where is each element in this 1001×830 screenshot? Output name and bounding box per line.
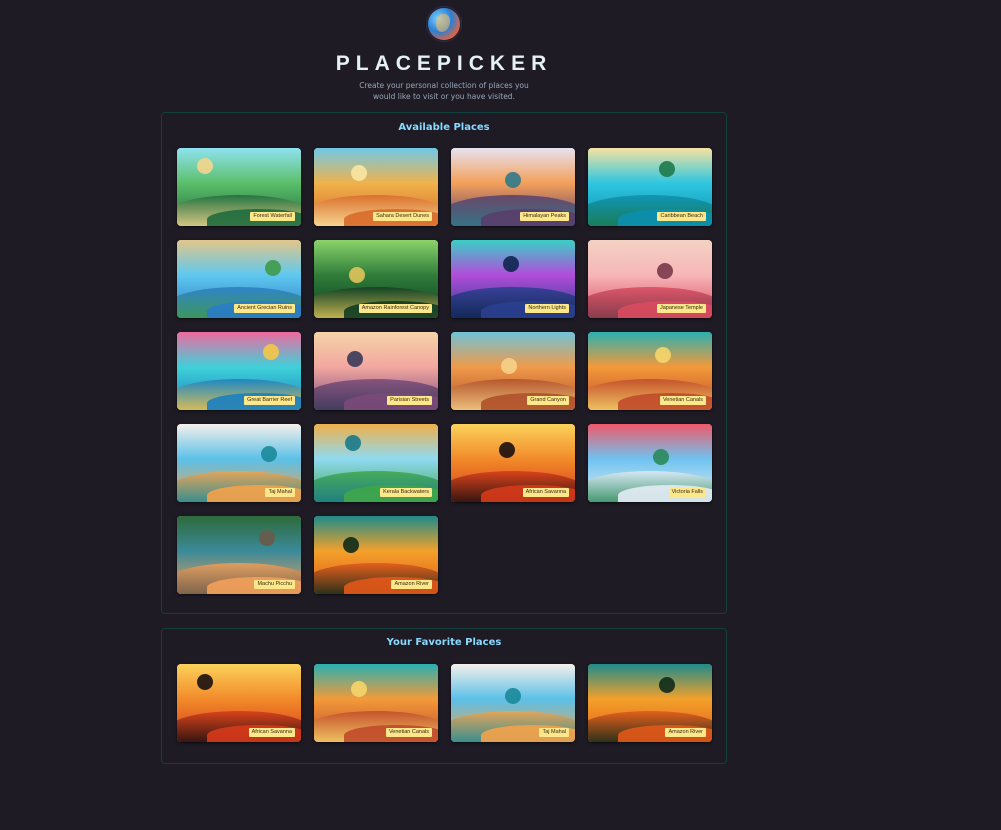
sun-shape — [261, 446, 277, 462]
sun-shape — [351, 165, 367, 181]
place-label: Great Barrier Reef — [244, 396, 295, 405]
place-label: Machu Picchu — [254, 580, 295, 589]
place-card[interactable]: Amazon River — [588, 664, 712, 742]
place-card[interactable]: Japanese Temple — [588, 240, 712, 318]
favorite-places-title: Your Favorite Places — [386, 637, 502, 648]
place-label: Amazon River — [391, 580, 432, 589]
place-card[interactable]: Northern Lights — [451, 240, 575, 318]
place-label: Venetian Canals — [659, 396, 706, 405]
place-label: Venetian Canals — [385, 728, 432, 737]
place-label: Amazon Rainforest Canopy — [358, 304, 432, 313]
place-label: Amazon River — [665, 728, 706, 737]
app-header: PLACEPICKER Create your personal collect… — [0, 6, 888, 102]
place-label: Forest Waterfall — [250, 212, 295, 221]
place-label: Parisian Streets — [387, 396, 432, 405]
place-card[interactable]: African Savanna — [177, 664, 301, 742]
place-card[interactable]: Victoria Falls — [588, 424, 712, 502]
place-label: Taj Mahal — [265, 488, 295, 497]
sun-shape — [503, 256, 519, 272]
sun-shape — [659, 677, 675, 693]
favorite-places-section: Your Favorite Places African Savanna Vene… — [161, 628, 727, 764]
place-card[interactable]: Forest Waterfall — [177, 148, 301, 226]
sun-shape — [347, 351, 363, 367]
place-label: Kerala Backwaters — [380, 488, 432, 497]
sun-shape — [505, 172, 521, 188]
sun-shape — [505, 688, 521, 704]
place-card[interactable]: Taj Mahal — [451, 664, 575, 742]
sun-shape — [659, 161, 675, 177]
place-card[interactable]: Caribbean Beach — [588, 148, 712, 226]
app-subtitle: Create your personal collection of place… — [359, 81, 529, 101]
sun-shape — [501, 358, 517, 374]
favorite-places-grid: African Savanna Venetian Canals Taj Mahal A… — [177, 664, 712, 742]
place-card[interactable]: Ancient Grecian Ruins — [177, 240, 301, 318]
sun-shape — [263, 344, 279, 360]
sun-shape — [259, 530, 275, 546]
place-label: African Savanna — [248, 728, 295, 737]
place-label: Ancient Grecian Ruins — [234, 304, 295, 313]
place-card[interactable]: African Savanna — [451, 424, 575, 502]
place-card[interactable]: Grand Canyon — [451, 332, 575, 410]
place-card[interactable]: Amazon Rainforest Canopy — [314, 240, 438, 318]
sun-shape — [657, 263, 673, 279]
place-card[interactable]: Kerala Backwaters — [314, 424, 438, 502]
sun-shape — [343, 537, 359, 553]
place-label: Northern Lights — [525, 304, 569, 313]
place-card[interactable]: Parisian Streets — [314, 332, 438, 410]
place-label: Japanese Temple — [656, 304, 706, 313]
place-card[interactable]: Machu Picchu — [177, 516, 301, 594]
sun-shape — [197, 674, 213, 690]
place-card[interactable]: Taj Mahal — [177, 424, 301, 502]
place-label: Victoria Falls — [668, 488, 706, 497]
placepicker-app: PLACEPICKER Create your personal collect… — [0, 0, 1001, 830]
place-label: Taj Mahal — [539, 728, 569, 737]
place-label: African Savanna — [522, 488, 569, 497]
sun-shape — [499, 442, 515, 458]
sun-shape — [345, 435, 361, 451]
sun-shape — [653, 449, 669, 465]
sun-shape — [655, 347, 671, 363]
sun-shape — [265, 260, 281, 276]
place-card[interactable]: Sahara Desert Dunes — [314, 148, 438, 226]
globe-logo-icon — [426, 6, 462, 42]
place-card[interactable]: Venetian Canals — [314, 664, 438, 742]
available-places-grid: Forest Waterfall Sahara Desert Dunes Himal… — [177, 148, 712, 594]
sun-shape — [197, 158, 213, 174]
sun-shape — [349, 267, 365, 283]
place-label: Himalayan Peaks — [520, 212, 569, 221]
place-label: Caribbean Beach — [657, 212, 706, 221]
place-label: Grand Canyon — [527, 396, 569, 405]
available-places-title: Available Places — [398, 122, 490, 133]
place-card[interactable]: Great Barrier Reef — [177, 332, 301, 410]
place-card[interactable]: Venetian Canals — [588, 332, 712, 410]
sun-shape — [351, 681, 367, 697]
available-places-section: Available Places Forest Waterfall Sahara … — [161, 112, 727, 614]
app-title: PLACEPICKER — [335, 52, 553, 75]
place-label: Sahara Desert Dunes — [373, 212, 432, 221]
place-card[interactable]: Himalayan Peaks — [451, 148, 575, 226]
place-card[interactable]: Amazon River — [314, 516, 438, 594]
